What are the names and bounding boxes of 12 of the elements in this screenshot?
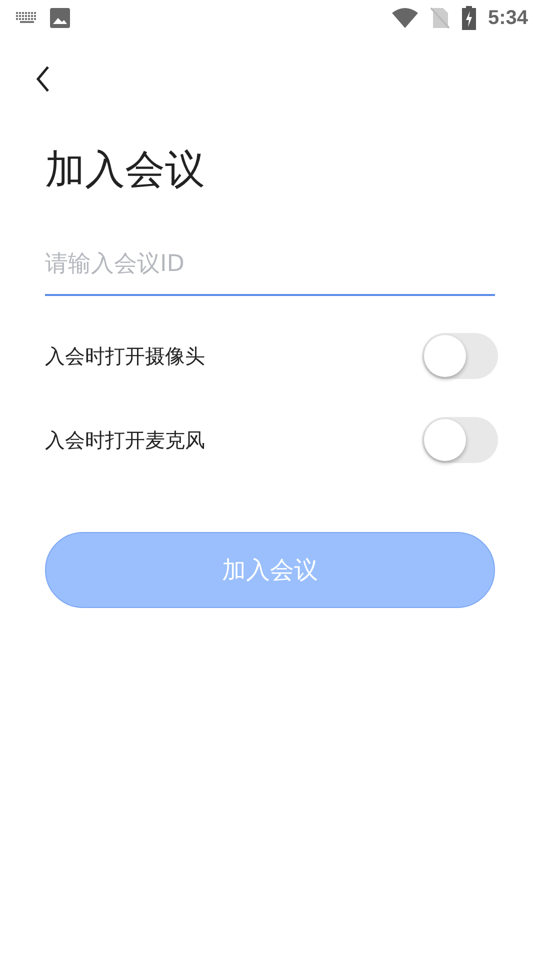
option-label: 入会时打开摄像头 xyxy=(45,342,205,370)
option-label: 入会时打开麦克风 xyxy=(45,426,205,454)
page-title: 加入会议 xyxy=(45,146,206,194)
toggle-switch[interactable] xyxy=(422,333,498,379)
image-icon xyxy=(50,8,70,28)
battery-charging-icon xyxy=(462,6,476,30)
keyboard-icon xyxy=(16,12,38,24)
clock-time: 5:34 xyxy=(488,6,528,30)
wifi-icon xyxy=(392,8,418,28)
no-sim-icon xyxy=(430,7,450,29)
toggle-switch[interactable] xyxy=(422,417,498,463)
back-icon xyxy=(35,65,51,93)
